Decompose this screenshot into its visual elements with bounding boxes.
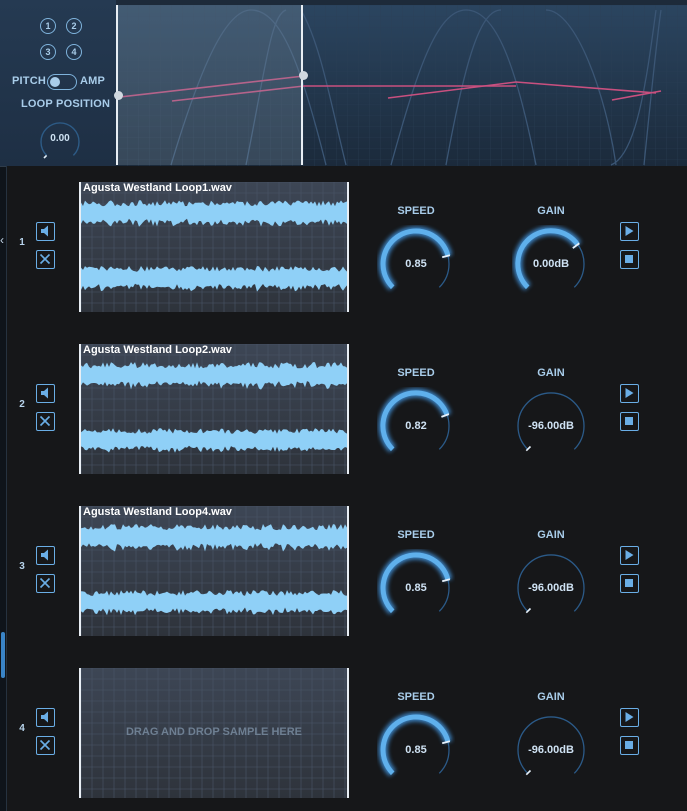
- speed-value: 0.85: [405, 258, 427, 270]
- loop-position-knob[interactable]: 0.00: [36, 118, 84, 166]
- strip-divider: [0, 166, 6, 167]
- waveform-display[interactable]: Agusta Westland Loop4.wav: [79, 506, 349, 636]
- stop-icon[interactable]: [620, 250, 639, 269]
- speed-knob[interactable]: 0.82: [377, 387, 455, 465]
- stop-icon[interactable]: [620, 574, 639, 593]
- toggle-thumb: [50, 77, 60, 87]
- waveform-display[interactable]: Agusta Westland Loop1.wav: [79, 182, 349, 312]
- preset-3-button[interactable]: 3: [40, 44, 56, 60]
- stop-icon[interactable]: [620, 736, 639, 755]
- row-number: 4: [19, 723, 25, 734]
- loop-position-value: 0.00: [50, 133, 70, 144]
- waveform-display[interactable]: Agusta Westland Loop2.wav: [79, 344, 349, 474]
- gain-knob[interactable]: 0.00dB: [512, 225, 590, 303]
- close-icon[interactable]: [36, 736, 55, 755]
- preset-1-button[interactable]: 1: [40, 18, 56, 34]
- gain-knob[interactable]: -96.00dB: [512, 549, 590, 627]
- gain-label: GAIN: [537, 367, 565, 379]
- gain-value: -96.00dB: [528, 420, 574, 432]
- speed-knob[interactable]: 0.85: [377, 549, 455, 627]
- drop-zone[interactable]: DRAG AND DROP SAMPLE HERE: [79, 668, 349, 798]
- play-icon[interactable]: [620, 546, 639, 565]
- gain-label: GAIN: [537, 205, 565, 217]
- gain-knob[interactable]: -96.00dB: [512, 387, 590, 465]
- close-icon[interactable]: [36, 574, 55, 593]
- speaker-icon[interactable]: [36, 384, 55, 403]
- play-icon[interactable]: [620, 222, 639, 241]
- speed-value: 0.82: [405, 420, 427, 432]
- sample-filename: Agusta Westland Loop4.wav: [83, 506, 232, 518]
- stop-icon[interactable]: [620, 412, 639, 431]
- speed-knob[interactable]: 0.85: [377, 711, 455, 789]
- speaker-icon[interactable]: [36, 222, 55, 241]
- gain-value: 0.00dB: [532, 258, 570, 270]
- curve-handle-end[interactable]: [299, 71, 308, 80]
- row-number: 2: [19, 399, 25, 410]
- amp-label: AMP: [80, 75, 106, 87]
- speaker-icon[interactable]: [36, 546, 55, 565]
- sample-filename: Agusta Westland Loop2.wav: [83, 344, 232, 356]
- speed-knob[interactable]: 0.85: [377, 225, 455, 303]
- preset-4-button[interactable]: 4: [66, 44, 82, 60]
- gain-value: -96.00dB: [528, 744, 574, 756]
- curve-handle-start[interactable]: [114, 91, 123, 100]
- speed-value: 0.85: [405, 582, 427, 594]
- drop-zone-label: DRAG AND DROP SAMPLE HERE: [125, 726, 303, 738]
- speed-value: 0.85: [405, 744, 427, 756]
- speed-label: SPEED: [397, 529, 435, 541]
- loop-region[interactable]: [116, 5, 303, 165]
- sample-filename: Agusta Westland Loop1.wav: [83, 182, 232, 194]
- left-scroll-thumb[interactable]: [1, 632, 5, 678]
- play-icon[interactable]: [620, 384, 639, 403]
- close-icon[interactable]: [36, 412, 55, 431]
- speed-label: SPEED: [397, 367, 435, 379]
- collapse-chevron-icon[interactable]: ‹: [0, 233, 8, 247]
- speed-label: SPEED: [397, 691, 435, 703]
- gain-value: -96.00dB: [528, 582, 574, 594]
- gain-label: GAIN: [537, 691, 565, 703]
- play-icon[interactable]: [620, 708, 639, 727]
- gain-knob[interactable]: -96.00dB: [512, 711, 590, 789]
- close-icon[interactable]: [36, 250, 55, 269]
- speaker-icon[interactable]: [36, 708, 55, 727]
- pitch-label: PITCH: [12, 75, 46, 87]
- pitch-amp-toggle[interactable]: [47, 74, 77, 90]
- speed-label: SPEED: [397, 205, 435, 217]
- row-number: 3: [19, 561, 25, 572]
- preset-2-button[interactable]: 2: [66, 18, 82, 34]
- row-number: 1: [19, 237, 25, 248]
- gain-label: GAIN: [537, 529, 565, 541]
- loop-position-label: LOOP POSITION: [21, 98, 111, 110]
